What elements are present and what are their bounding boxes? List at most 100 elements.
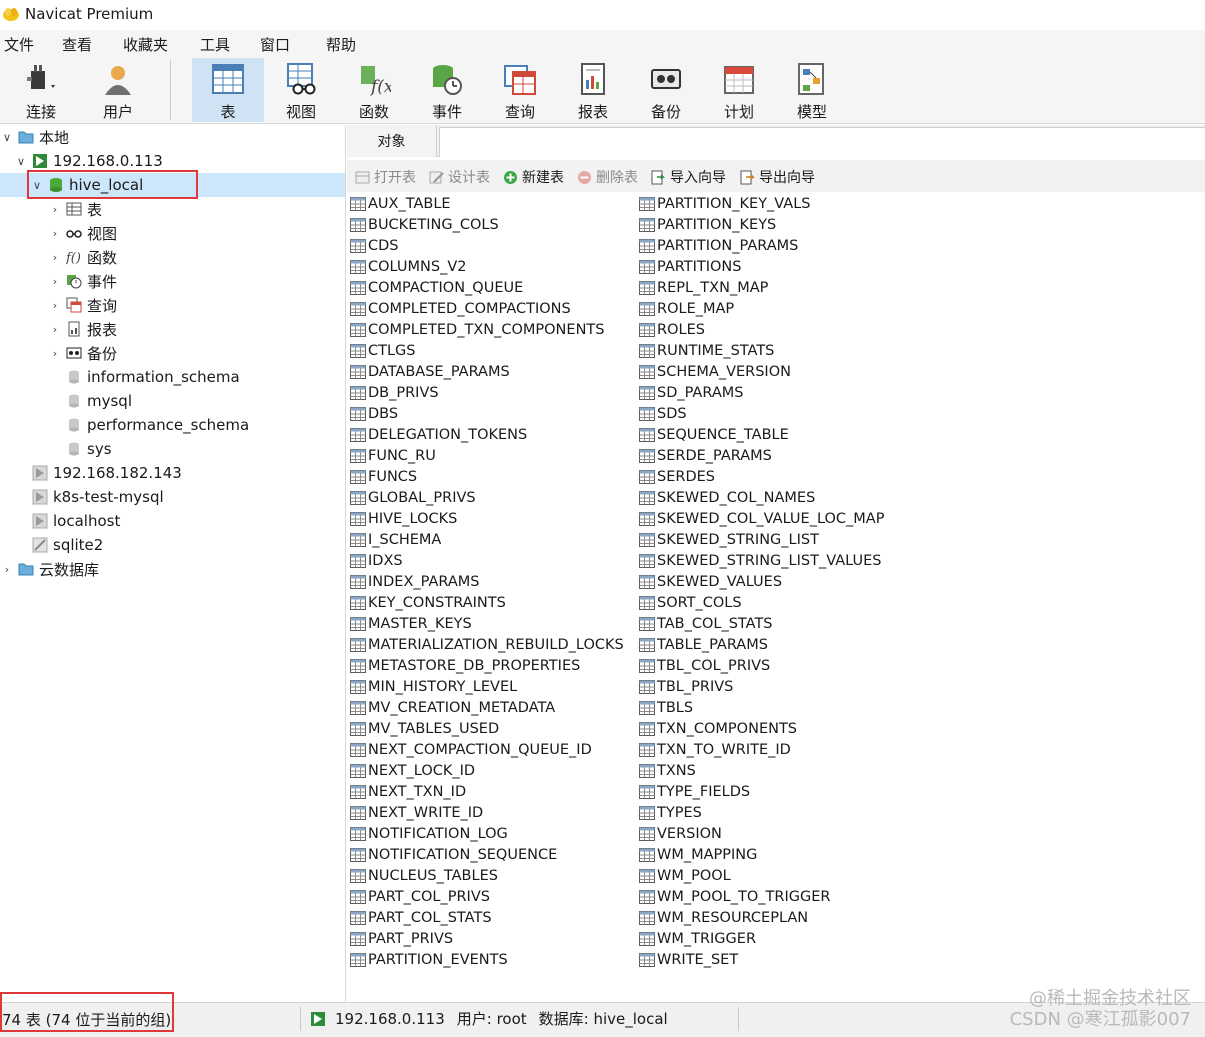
function-button[interactable]: f(x) 函数: [341, 58, 407, 122]
chevron-right-icon[interactable]: ›: [48, 275, 62, 288]
chevron-down-icon[interactable]: ∨: [14, 155, 28, 168]
table-list-item[interactable]: SDS: [639, 403, 687, 424]
chevron-right-icon[interactable]: ›: [0, 563, 14, 576]
chevron-right-icon[interactable]: ›: [48, 299, 62, 312]
table-list-item[interactable]: PARTITIONS: [639, 256, 742, 277]
tree-node-reports[interactable]: › 报表: [48, 317, 117, 341]
table-list-item[interactable]: AUX_TABLE: [350, 193, 451, 214]
table-list-item[interactable]: SKEWED_COL_VALUE_LOC_MAP: [639, 508, 884, 529]
table-list-item[interactable]: MV_CREATION_METADATA: [350, 697, 555, 718]
table-list-item[interactable]: METASTORE_DB_PROPERTIES: [350, 655, 580, 676]
tree-connection-182[interactable]: 192.168.182.143: [14, 461, 182, 485]
table-list-item[interactable]: ROLES: [639, 319, 705, 340]
chevron-right-icon[interactable]: ›: [48, 323, 62, 336]
table-list-item[interactable]: COMPACTION_QUEUE: [350, 277, 523, 298]
table-list-item[interactable]: COLUMNS_V2: [350, 256, 466, 277]
tree-node-functions[interactable]: › f() 函数: [48, 245, 117, 269]
table-list-item[interactable]: TXN_TO_WRITE_ID: [639, 739, 791, 760]
model-button[interactable]: 模型: [779, 58, 845, 122]
new-table-button[interactable]: 新建表: [503, 167, 564, 187]
tree-db-performance-schema[interactable]: performance_schema: [48, 413, 249, 437]
table-list-item[interactable]: TYPES: [639, 802, 702, 823]
tree-db-sys[interactable]: sys: [48, 437, 112, 461]
tree-group-cloud[interactable]: › 云数据库: [0, 557, 99, 581]
tab-objects[interactable]: 对象: [347, 125, 437, 157]
tree-connection-localhost[interactable]: localhost: [14, 509, 120, 533]
schedule-button[interactable]: 计划: [706, 58, 772, 122]
table-list-item[interactable]: MIN_HISTORY_LEVEL: [350, 676, 517, 697]
table-list-item[interactable]: WM_MAPPING: [639, 844, 757, 865]
table-list-item[interactable]: BUCKETING_COLS: [350, 214, 499, 235]
tree-node-tables[interactable]: › 表: [48, 197, 102, 221]
table-list-item[interactable]: TYPE_FIELDS: [639, 781, 750, 802]
table-list-item[interactable]: TAB_COL_STATS: [639, 613, 773, 634]
delete-table-button[interactable]: 删除表: [577, 167, 638, 187]
table-list-item[interactable]: PART_COL_PRIVS: [350, 886, 490, 907]
tree-db-mysql[interactable]: mysql: [48, 389, 132, 413]
tree-node-backups[interactable]: › 备份: [48, 341, 117, 365]
table-list-item[interactable]: WM_RESOURCEPLAN: [639, 907, 808, 928]
table-list-item[interactable]: PART_COL_STATS: [350, 907, 492, 928]
report-button[interactable]: 报表: [560, 58, 626, 122]
table-list-item[interactable]: VERSION: [639, 823, 722, 844]
chevron-down-icon[interactable]: ∨: [0, 131, 14, 144]
chevron-right-icon[interactable]: ›: [48, 227, 62, 240]
tree-node-queries[interactable]: › 查询: [48, 293, 117, 317]
table-list-item[interactable]: RUNTIME_STATS: [639, 340, 774, 361]
table-list-item[interactable]: INDEX_PARAMS: [350, 571, 480, 592]
table-list-item[interactable]: NEXT_TXN_ID: [350, 781, 466, 802]
table-list-item[interactable]: WRITE_SET: [639, 949, 738, 970]
table-list-item[interactable]: GLOBAL_PRIVS: [350, 487, 476, 508]
table-list-item[interactable]: WM_POOL_TO_TRIGGER: [639, 886, 830, 907]
table-list-item[interactable]: PARTITION_KEY_VALS: [639, 193, 811, 214]
table-list-item[interactable]: FUNCS: [350, 466, 417, 487]
tree-node-views[interactable]: › 视图: [48, 221, 117, 245]
user-button[interactable]: 用户: [85, 58, 151, 122]
table-list-item[interactable]: TBL_COL_PRIVS: [639, 655, 770, 676]
table-list-item[interactable]: CTLGS: [350, 340, 416, 361]
tree-group-local[interactable]: ∨ 本地: [0, 125, 69, 149]
table-list-item[interactable]: I_SCHEMA: [350, 529, 441, 550]
table-list-item[interactable]: DB_PRIVS: [350, 382, 439, 403]
design-table-button[interactable]: 设计表: [429, 167, 490, 187]
table-list-item[interactable]: SCHEMA_VERSION: [639, 361, 791, 382]
table-list-item[interactable]: TXNS: [639, 760, 696, 781]
menu-file[interactable]: 文件: [4, 34, 34, 55]
table-list-item[interactable]: WM_TRIGGER: [639, 928, 756, 949]
backup-button[interactable]: 备份: [633, 58, 699, 122]
table-list-item[interactable]: SKEWED_STRING_LIST_VALUES: [639, 550, 881, 571]
table-list-item[interactable]: MATERIALIZATION_REBUILD_LOCKS: [350, 634, 624, 655]
table-list-item[interactable]: PARTITION_PARAMS: [639, 235, 798, 256]
tree-connection-sqlite2[interactable]: sqlite2: [14, 533, 103, 557]
table-list-item[interactable]: COMPLETED_COMPACTIONS: [350, 298, 571, 319]
table-list-item[interactable]: TBLS: [639, 697, 693, 718]
table-list-item[interactable]: SKEWED_COL_NAMES: [639, 487, 815, 508]
event-button[interactable]: 事件: [414, 58, 480, 122]
table-list-item[interactable]: TABLE_PARAMS: [639, 634, 768, 655]
table-list-item[interactable]: CDS: [350, 235, 399, 256]
export-wizard-button[interactable]: 导出向导: [740, 167, 815, 187]
view-button[interactable]: 视图: [268, 58, 334, 122]
table-button[interactable]: 表: [192, 58, 264, 122]
table-list-item[interactable]: SERDES: [639, 466, 715, 487]
table-list-item[interactable]: DELEGATION_TOKENS: [350, 424, 527, 445]
table-list-item[interactable]: NUCLEUS_TABLES: [350, 865, 498, 886]
table-list-item[interactable]: MASTER_KEYS: [350, 613, 472, 634]
menu-tools[interactable]: 工具: [200, 34, 230, 55]
table-list-item[interactable]: REPL_TXN_MAP: [639, 277, 768, 298]
table-list-item[interactable]: TBL_PRIVS: [639, 676, 733, 697]
table-list-item[interactable]: DBS: [350, 403, 398, 424]
menu-help[interactable]: 帮助: [326, 34, 356, 55]
table-list-item[interactable]: NOTIFICATION_SEQUENCE: [350, 844, 557, 865]
table-list-item[interactable]: COMPLETED_TXN_COMPONENTS: [350, 319, 604, 340]
chevron-right-icon[interactable]: ›: [48, 251, 62, 264]
table-list-item[interactable]: WM_POOL: [639, 865, 731, 886]
menu-favorites[interactable]: 收藏夹: [123, 34, 168, 55]
table-list-item[interactable]: MV_TABLES_USED: [350, 718, 499, 739]
query-button[interactable]: 查询: [487, 58, 553, 122]
tree-db-information-schema[interactable]: information_schema: [48, 365, 240, 389]
table-list-item[interactable]: SKEWED_STRING_LIST: [639, 529, 819, 550]
table-list-item[interactable]: NEXT_COMPACTION_QUEUE_ID: [350, 739, 592, 760]
table-list-item[interactable]: NOTIFICATION_LOG: [350, 823, 508, 844]
menu-view[interactable]: 查看: [62, 34, 92, 55]
